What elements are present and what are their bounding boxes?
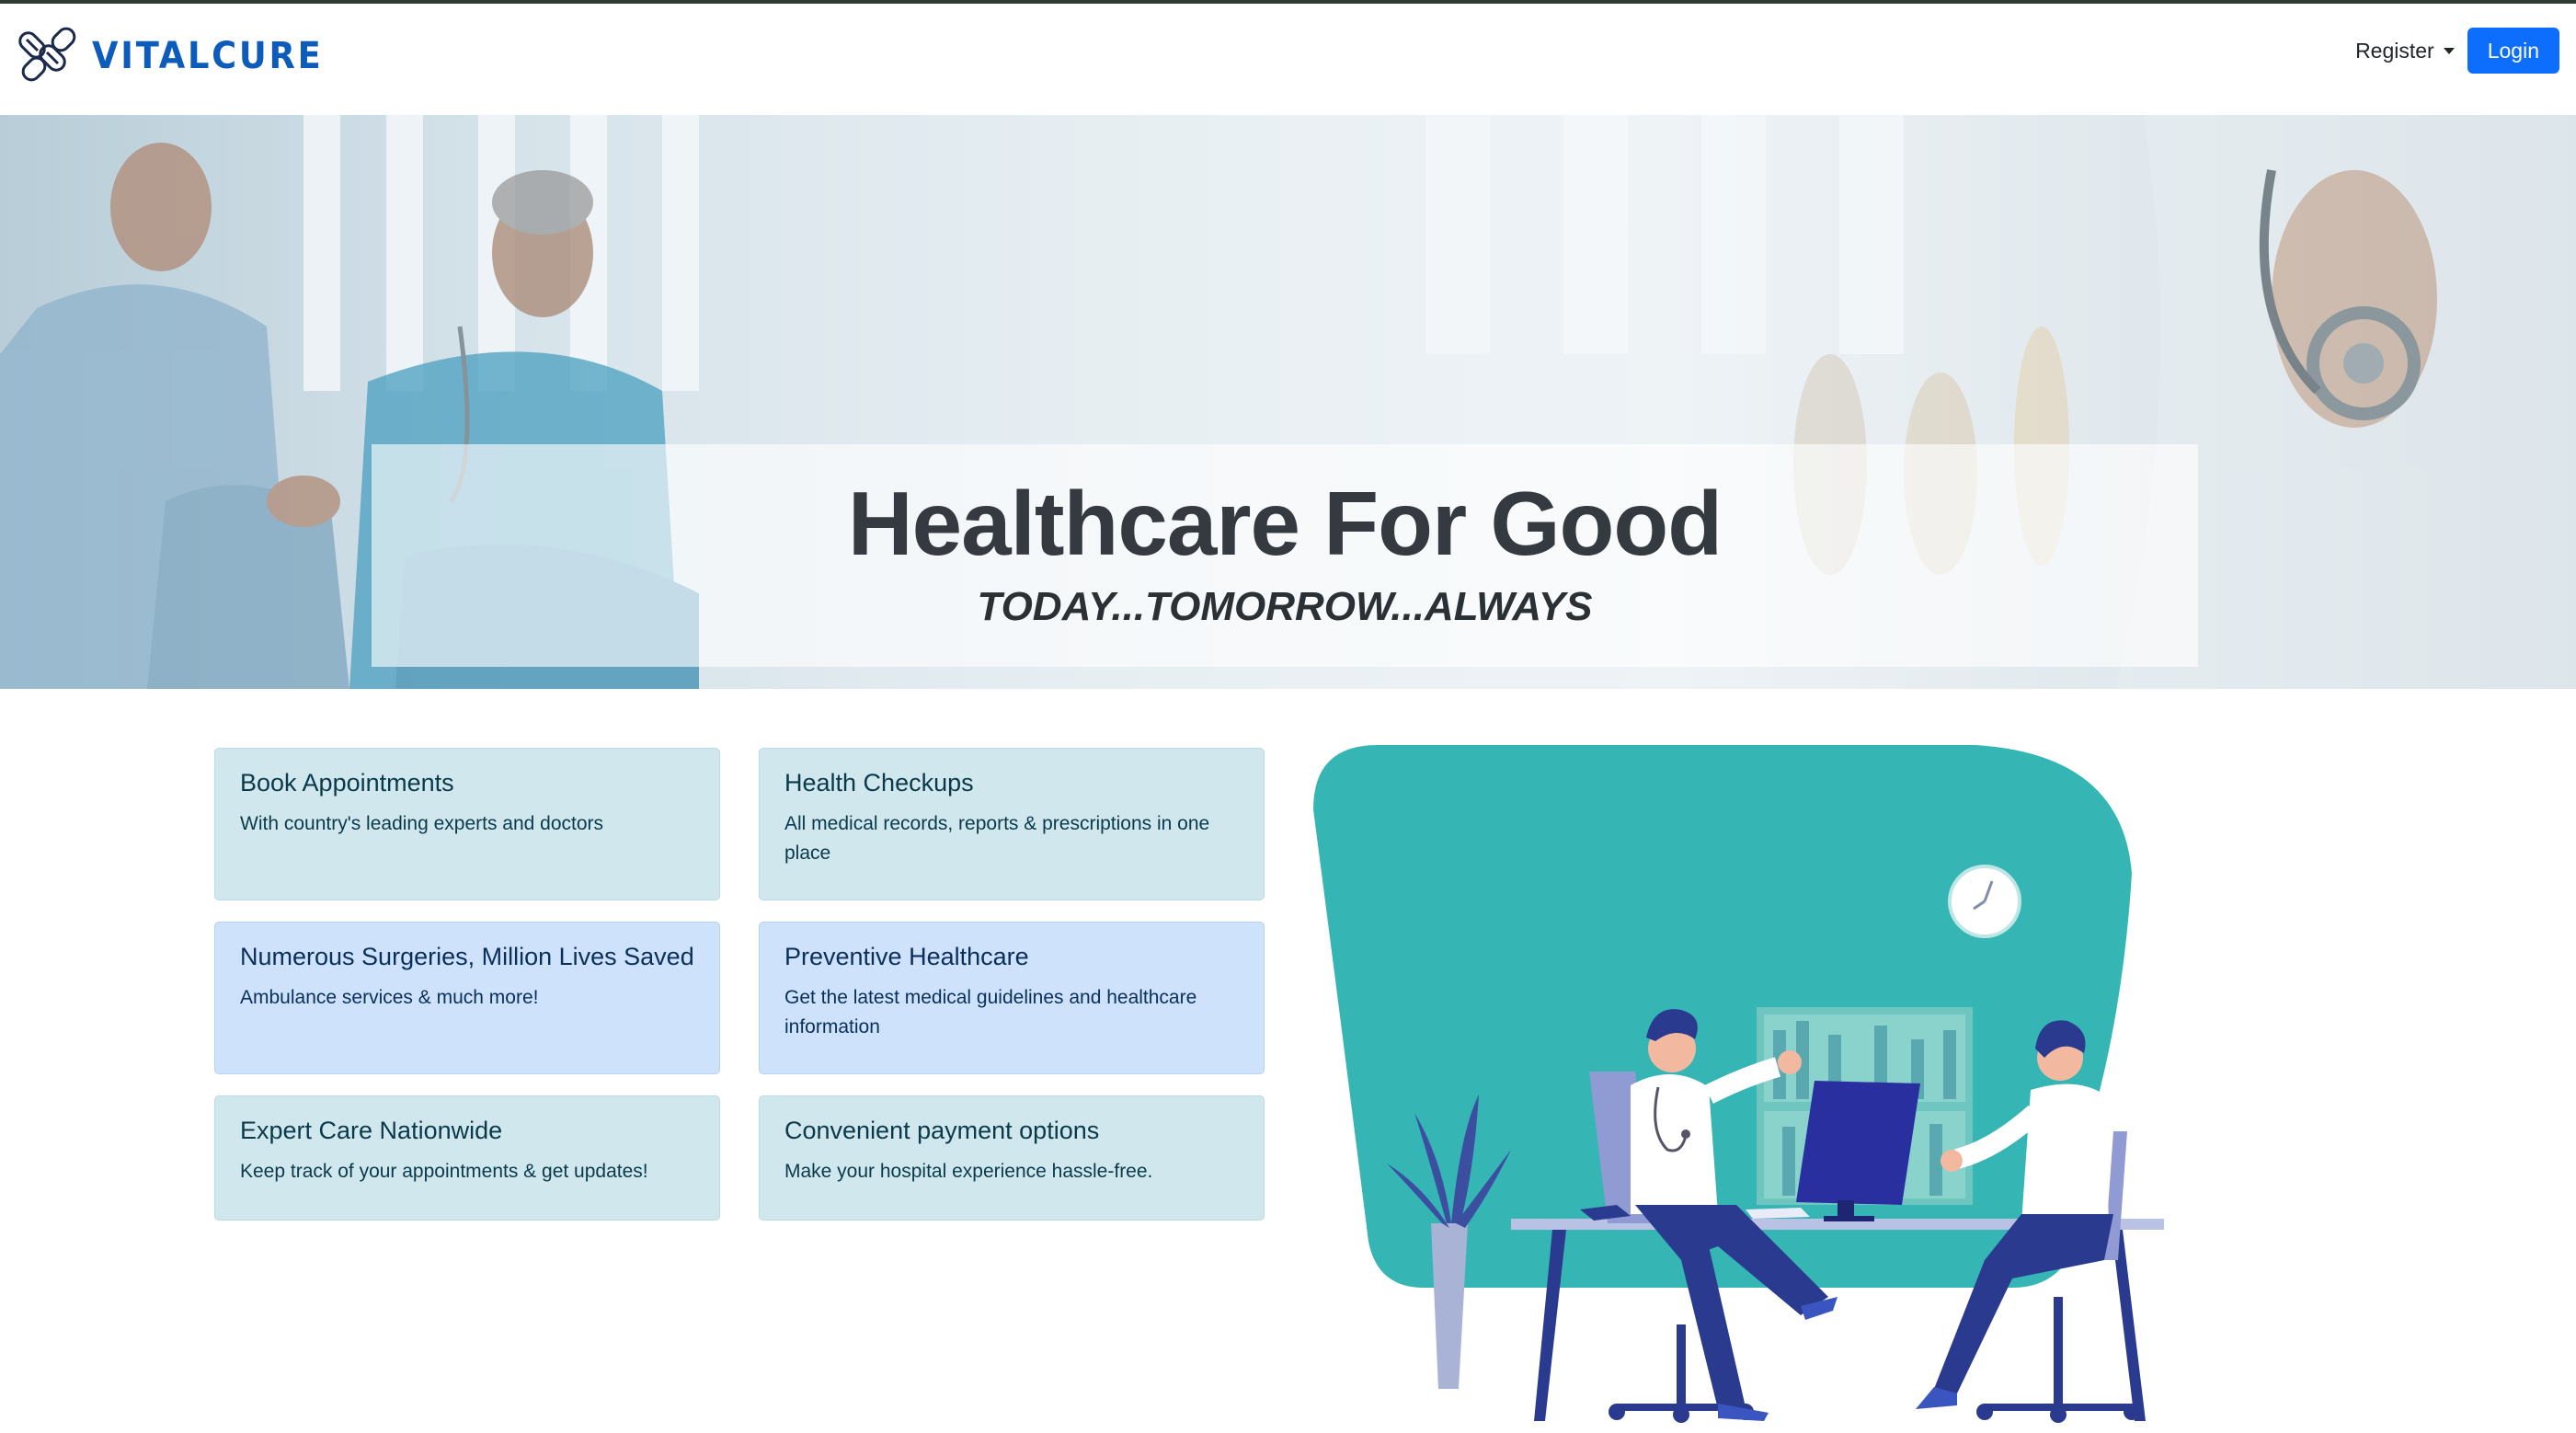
feature-card-book-appointments[interactable]: Book Appointments With country's leading…	[214, 748, 720, 900]
doctor-consultation-illustration	[1313, 745, 2164, 1423]
feature-card-preventive-healthcare[interactable]: Preventive Healthcare Get the latest med…	[759, 922, 1265, 1074]
card-title: Numerous Surgeries, Million Lives Saved	[240, 943, 694, 970]
card-text: Make your hospital experience hassle-fre…	[784, 1161, 1153, 1182]
card-text: All medical records, reports & prescript…	[784, 813, 1210, 864]
caret-down-icon	[2443, 47, 2455, 54]
hero-caption-box: Healthcare For Good TODAY...TOMORROW...A…	[372, 444, 2198, 667]
navbar: VITALCURE Register Login	[0, 4, 2576, 115]
login-button[interactable]: Login	[2467, 28, 2559, 74]
card-title: Preventive Healthcare	[784, 943, 1029, 970]
register-dropdown[interactable]: Register	[2355, 39, 2455, 63]
feature-card-surgeries[interactable]: Numerous Surgeries, Million Lives Saved …	[214, 922, 720, 1074]
card-title: Convenient payment options	[784, 1117, 1100, 1144]
pills-logo-icon	[18, 27, 76, 82]
card-text: Get the latest medical guidelines and he…	[784, 987, 1197, 1037]
feature-card-payment-options[interactable]: Convenient payment options Make your hos…	[759, 1095, 1265, 1221]
hero-title: Healthcare For Good	[847, 473, 1723, 574]
brand-logo[interactable]: VITALCURE	[18, 24, 343, 88]
hero-subtitle: TODAY...TOMORROW...ALWAYS	[977, 584, 1593, 629]
card-title: Health Checkups	[784, 769, 974, 797]
card-title: Book Appointments	[240, 769, 454, 797]
brand-name: VITALCURE	[92, 35, 324, 77]
card-text: With country's leading experts and docto…	[240, 813, 604, 834]
register-label: Register	[2355, 38, 2434, 63]
feature-card-health-checkups[interactable]: Health Checkups All medical records, rep…	[759, 748, 1265, 900]
card-text: Keep track of your appointments & get up…	[240, 1161, 648, 1182]
card-text: Ambulance services & much more!	[240, 987, 539, 1008]
card-title: Expert Care Nationwide	[240, 1117, 503, 1144]
hero-banner: Healthcare For Good TODAY...TOMORROW...A…	[0, 115, 2576, 689]
nav-actions: Register Login	[2355, 28, 2559, 74]
feature-card-expert-care[interactable]: Expert Care Nationwide Keep track of you…	[214, 1095, 720, 1221]
